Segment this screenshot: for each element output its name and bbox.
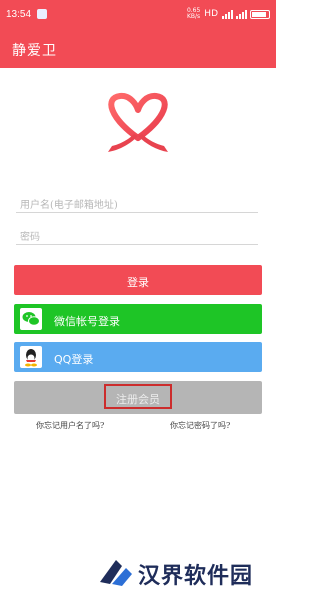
heart-ribbon-logo [108, 92, 168, 152]
qq-login-button[interactable]: QQ登录 [14, 342, 262, 372]
login-button[interactable]: 登录 [14, 265, 262, 295]
watermark-text: 汉界软件园 [138, 564, 254, 589]
qq-login-label: QQ登录 [54, 353, 94, 366]
username-placeholder: 用户名(电子邮箱地址) [20, 200, 118, 211]
forgot-username-link[interactable]: 你忘记用户名了吗? [36, 420, 104, 431]
qq-icon [20, 346, 42, 368]
signal-icon-2 [236, 9, 247, 19]
network-speed: 0.65 KB/s [186, 7, 201, 20]
password-field[interactable]: 密码 [16, 224, 258, 245]
username-field[interactable]: 用户名(电子邮箱地址) [16, 192, 258, 213]
app-title: 静爱卫 [12, 43, 57, 59]
password-placeholder: 密码 [20, 232, 40, 243]
app-bar: 静爱卫 [0, 30, 276, 68]
wechat-login-label: 微信帐号登录 [54, 315, 120, 328]
forgot-password-link[interactable]: 你忘记密码了吗? [170, 420, 230, 431]
battery-icon [250, 9, 270, 19]
login-button-label: 登录 [127, 276, 149, 289]
hd-label: HD [204, 9, 218, 19]
status-bar: 13:54 0.65 KB/s HD [0, 0, 276, 30]
status-indicators: 0.65 KB/s HD [187, 8, 270, 20]
watermark: 汉界软件园 [96, 548, 256, 594]
notification-icon [37, 9, 47, 19]
register-button-label: 注册会员 [116, 393, 160, 406]
signal-icon [222, 9, 233, 19]
register-button[interactable]: 注册会员 [14, 381, 262, 414]
watermark-logo-icon [100, 560, 132, 586]
status-time: 13:54 [6, 9, 32, 20]
wechat-login-button[interactable]: 微信帐号登录 [14, 304, 262, 334]
wechat-icon [20, 308, 42, 330]
